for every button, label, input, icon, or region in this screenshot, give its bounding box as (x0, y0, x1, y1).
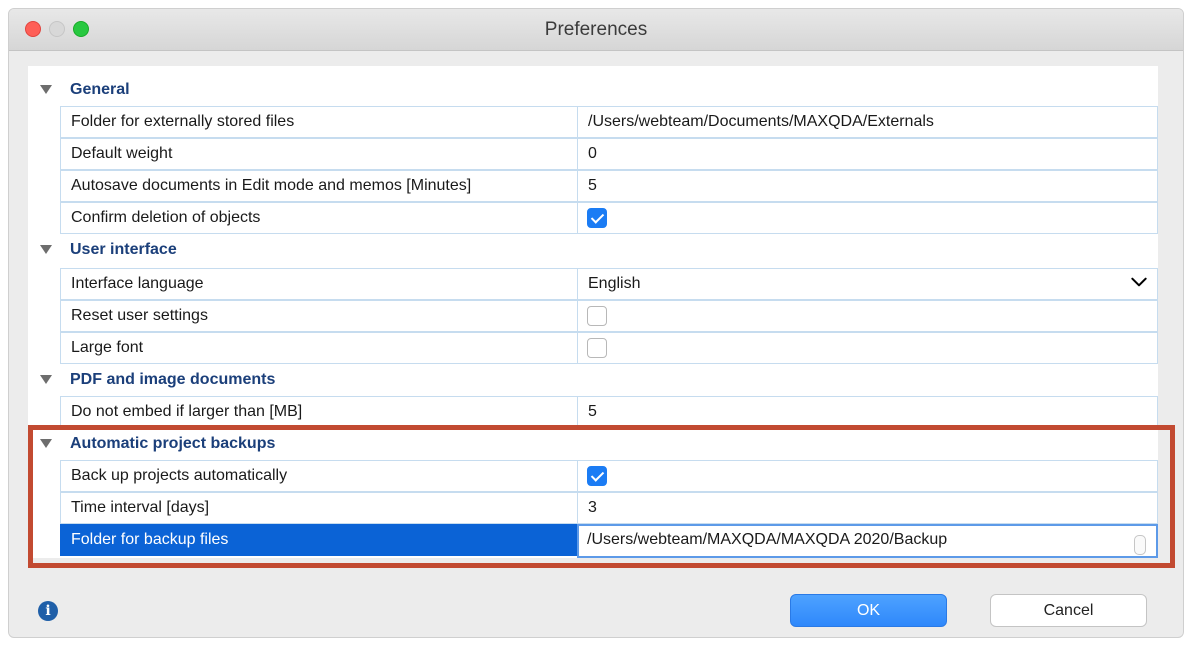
row-reset-user-settings[interactable]: Reset user settings (60, 300, 1158, 332)
field-scroll-handle[interactable] (1134, 535, 1146, 555)
row-confirm-deletion[interactable]: Confirm deletion of objects (60, 202, 1158, 234)
backup-automatically-cell (577, 460, 1158, 492)
cancel-button[interactable]: Cancel (990, 594, 1147, 627)
setting-label: Interface language (60, 268, 578, 300)
section-general[interactable]: General (28, 76, 1158, 106)
setting-label: Autosave documents in Edit mode and memo… (60, 170, 578, 202)
row-time-interval[interactable]: Time interval [days] 3 (60, 492, 1158, 524)
disclosure-triangle-icon[interactable] (40, 375, 52, 384)
setting-label: Confirm deletion of objects (60, 202, 578, 234)
chevron-down-icon[interactable] (1131, 274, 1147, 290)
setting-label: Time interval [days] (60, 492, 578, 524)
preferences-table: General Folder for externally stored fil… (28, 66, 1158, 558)
row-embed-limit[interactable]: Do not embed if larger than [MB] 5 (60, 396, 1158, 428)
setting-label: Do not embed if larger than [MB] (60, 396, 578, 428)
autosave-minutes-value[interactable]: 5 (577, 170, 1158, 202)
backup-automatically-checkbox[interactable] (587, 466, 607, 486)
row-large-font[interactable]: Large font (60, 332, 1158, 364)
interface-language-select[interactable]: English (577, 268, 1158, 300)
interface-language-value: English (588, 275, 641, 292)
section-label: PDF and image documents (70, 371, 276, 388)
section-label: General (70, 81, 130, 98)
reset-user-settings-cell (577, 300, 1158, 332)
embed-limit-value[interactable]: 5 (577, 396, 1158, 428)
disclosure-triangle-icon[interactable] (40, 85, 52, 94)
row-backup-automatically[interactable]: Back up projects automatically (60, 460, 1158, 492)
default-weight-value[interactable]: 0 (577, 138, 1158, 170)
info-icon[interactable]: i (38, 601, 58, 621)
section-user-interface[interactable]: User interface (28, 236, 1158, 266)
setting-label: Folder for externally stored files (60, 106, 578, 138)
setting-label: Default weight (60, 138, 578, 170)
row-autosave-minutes[interactable]: Autosave documents in Edit mode and memo… (60, 170, 1158, 202)
large-font-checkbox[interactable] (587, 338, 607, 358)
large-font-cell (577, 332, 1158, 364)
confirm-deletion-checkbox[interactable] (587, 208, 607, 228)
ok-button[interactable]: OK (790, 594, 947, 627)
section-automatic-backups[interactable]: Automatic project backups (28, 430, 1158, 460)
window-title: Preferences (544, 19, 648, 40)
title-bar: Preferences (9, 9, 1183, 51)
row-default-weight[interactable]: Default weight 0 (60, 138, 1158, 170)
row-backup-folder[interactable]: Folder for backup files /Users/webteam/M… (60, 524, 1158, 558)
section-label: Automatic project backups (70, 435, 276, 452)
setting-label: Large font (60, 332, 578, 364)
backup-folder-value: /Users/webteam/MAXQDA/MAXQDA 2020/Backup (587, 531, 948, 548)
row-interface-language[interactable]: Interface language English (60, 268, 1158, 300)
section-pdf-image[interactable]: PDF and image documents (28, 366, 1158, 396)
setting-label: Back up projects automatically (60, 460, 578, 492)
backup-folder-input[interactable]: /Users/webteam/MAXQDA/MAXQDA 2020/Backup (577, 524, 1158, 558)
disclosure-triangle-icon[interactable] (40, 245, 52, 254)
disclosure-triangle-icon[interactable] (40, 439, 52, 448)
setting-label: Reset user settings (60, 300, 578, 332)
time-interval-value[interactable]: 3 (577, 492, 1158, 524)
row-external-files-folder[interactable]: Folder for externally stored files /User… (60, 106, 1158, 138)
setting-label: Folder for backup files (60, 524, 578, 556)
section-label: User interface (70, 241, 177, 258)
confirm-deletion-cell (577, 202, 1158, 234)
external-files-folder-value[interactable]: /Users/webteam/Documents/MAXQDA/External… (577, 106, 1158, 138)
reset-user-settings-checkbox[interactable] (587, 306, 607, 326)
